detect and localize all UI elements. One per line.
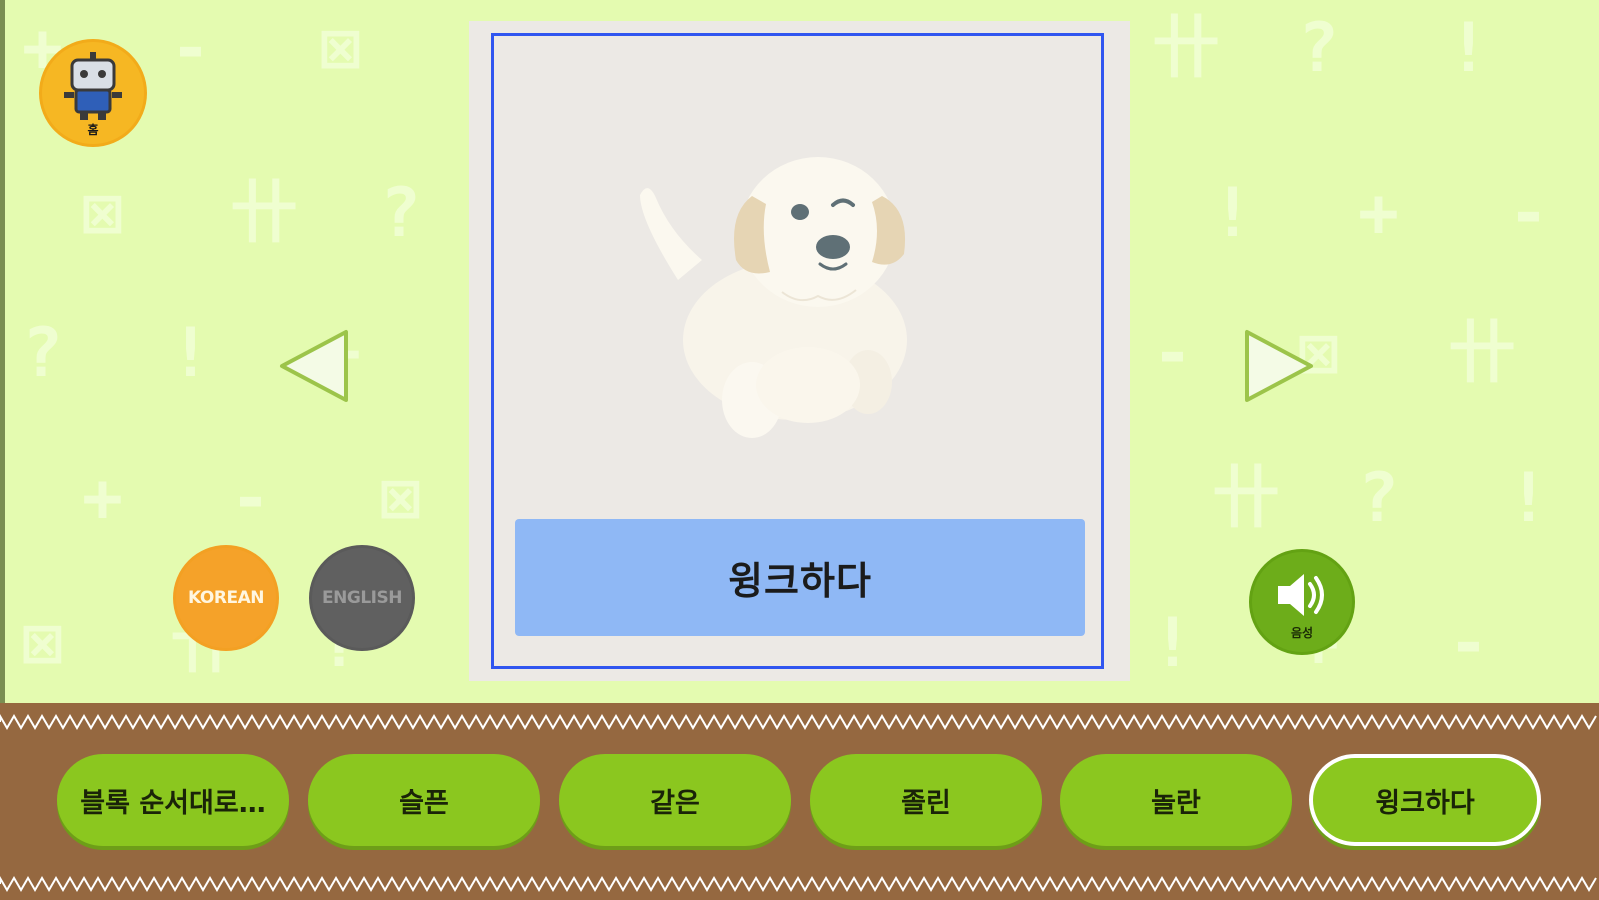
right-triangle-arrow-icon: [1245, 330, 1313, 402]
word-tab-surprised[interactable]: 놀란: [1060, 754, 1292, 846]
card-word: 윙크하다: [728, 559, 872, 603]
background-symbol: ?: [1358, 459, 1399, 538]
background-symbol: +: [1358, 174, 1399, 253]
background-symbol: ⊠: [320, 9, 361, 88]
background-symbol: ⊠: [22, 604, 63, 683]
word-tab-label: 블록 순서대로…: [80, 787, 266, 819]
background-symbol: ⊠: [380, 459, 421, 538]
word-tab-label: 같은: [650, 787, 700, 819]
background-symbol: -: [1448, 604, 1489, 683]
background-symbol: ?: [1298, 9, 1339, 88]
background-symbol: !: [1448, 9, 1489, 88]
left-triangle-arrow-icon: [280, 330, 348, 402]
english-language-button[interactable]: ENGLISH: [312, 548, 412, 648]
english-label: ENGLISH: [322, 588, 402, 608]
background-symbol: +: [82, 459, 123, 538]
background-symbol: -: [1508, 174, 1549, 253]
word-tab-sad[interactable]: 슬픈: [308, 754, 540, 846]
flashcard-screen: +-⊠卄?!⊠卄?!+-?!+-⊠卄+-⊠卄?!⊠卄?!+- 홈 KOREAN …: [0, 0, 1599, 900]
background-symbol: ?: [22, 314, 63, 393]
sound-button[interactable]: 음성: [1252, 552, 1352, 652]
home-button[interactable]: 홈: [42, 42, 144, 144]
word-tab-label: 졸린: [901, 787, 951, 819]
background-symbol: !: [1212, 174, 1253, 253]
speaker-icon: [1278, 574, 1324, 616]
background-symbol: ⊠: [82, 174, 123, 253]
background-symbol: -: [1152, 314, 1193, 393]
word-banner: 윙크하다: [515, 519, 1085, 636]
background-symbol: 卄: [1448, 314, 1517, 393]
left-edge-strip: [0, 0, 5, 705]
background-symbol: 卄: [1212, 459, 1281, 538]
prev-arrow-button[interactable]: [276, 326, 356, 406]
next-arrow-button[interactable]: [1237, 326, 1317, 406]
robot-home-icon: 홈: [64, 52, 122, 136]
top-stitch-decoration: [0, 714, 1597, 730]
background-symbol: ?: [380, 174, 421, 253]
word-tab-wink[interactable]: 윙크하다: [1309, 754, 1541, 846]
sound-label: 음성: [1290, 626, 1314, 640]
word-tab-blocks[interactable]: 블록 순서대로…: [57, 754, 289, 846]
word-tab-same[interactable]: 같은: [559, 754, 791, 846]
background-symbol: !: [170, 314, 211, 393]
background-symbol: -: [170, 9, 211, 88]
background-symbol: 卄: [230, 174, 299, 253]
word-tab-label: 놀란: [1151, 787, 1201, 819]
home-label: 홈: [87, 122, 98, 136]
word-tab-label: 윙크하다: [1375, 787, 1475, 819]
korean-language-button[interactable]: KOREAN: [176, 548, 276, 648]
korean-label: KOREAN: [188, 588, 264, 608]
word-tab-label: 슬픈: [399, 787, 449, 819]
background-symbol: 卄: [1152, 9, 1221, 88]
background-symbol: -: [230, 459, 271, 538]
bottom-stitch-decoration: [0, 876, 1597, 892]
background-symbol: !: [1508, 459, 1549, 538]
winking-puppy-illustration: [640, 157, 907, 438]
background-symbol: !: [1152, 604, 1193, 683]
word-tab-sleepy[interactable]: 졸린: [810, 754, 1042, 846]
